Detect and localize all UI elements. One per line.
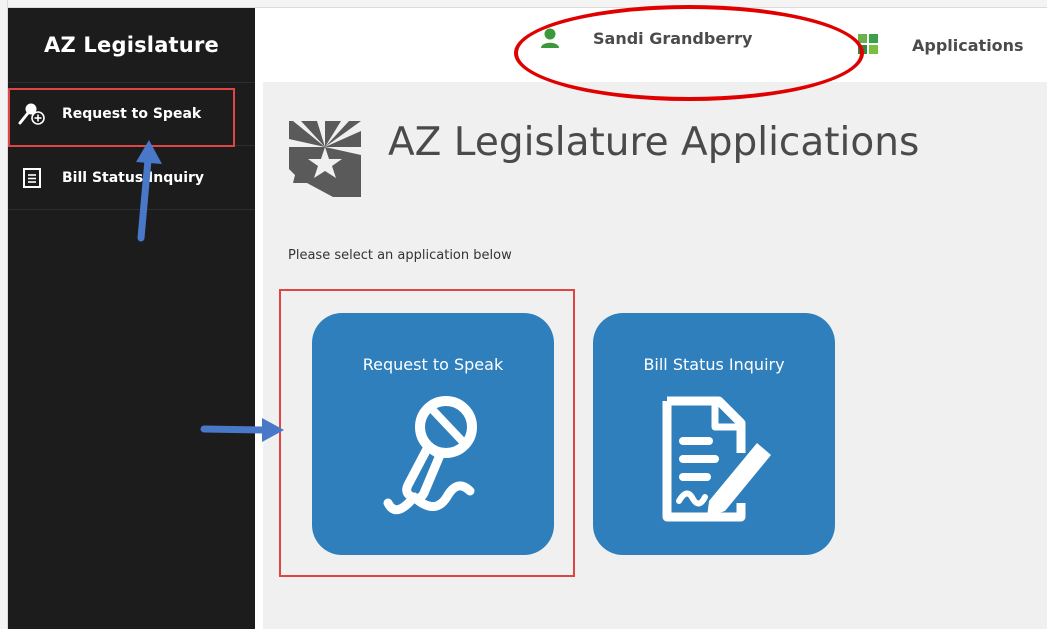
- sidebar-item-label: Bill Status Inquiry: [62, 169, 205, 186]
- page-title: AZ Legislature Applications: [388, 120, 920, 165]
- window-frame-left: [0, 0, 8, 629]
- window-frame-top: [0, 0, 1047, 8]
- highlight-box-tile: [279, 289, 575, 577]
- instructions-text: Please select an application below: [288, 248, 512, 263]
- highlight-oval-user: [514, 5, 864, 101]
- highlight-box-sidebar: [8, 88, 235, 147]
- arizona-flag-icon: [287, 117, 365, 203]
- sidebar-brand: AZ Legislature: [44, 33, 219, 57]
- tile-bill-status-inquiry[interactable]: Bill Status Inquiry: [593, 313, 835, 555]
- tile-label: Bill Status Inquiry: [643, 355, 785, 374]
- document-icon: [16, 164, 48, 192]
- document-pen-icon: [593, 393, 835, 523]
- sidebar-item-bill-status-inquiry[interactable]: Bill Status Inquiry: [8, 146, 255, 210]
- applications-label: Applications: [912, 36, 1024, 55]
